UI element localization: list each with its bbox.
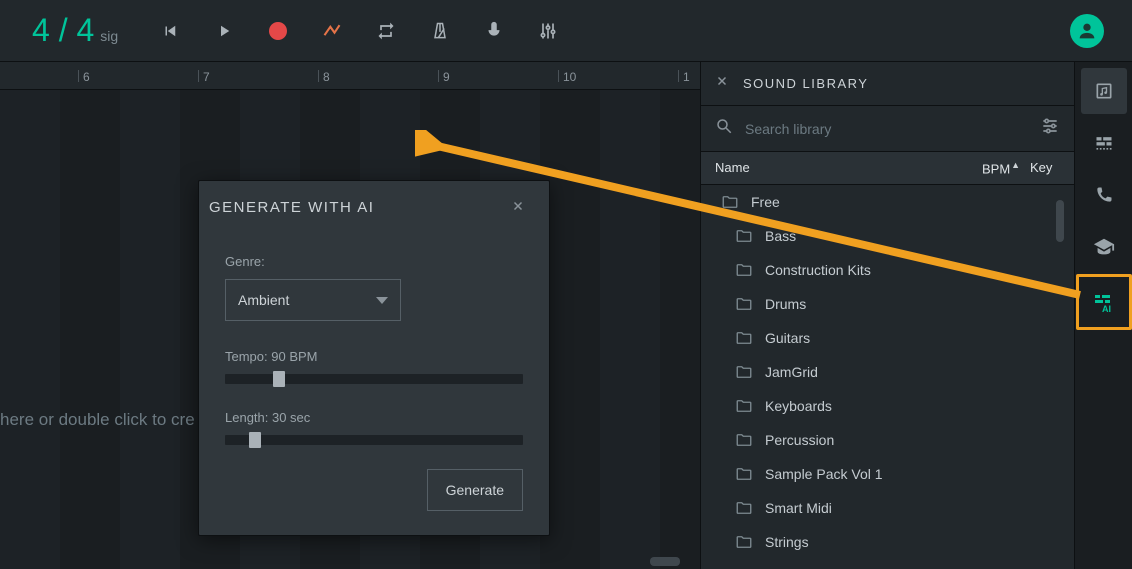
genre-select[interactable]: Ambient xyxy=(225,279,401,321)
folder-icon xyxy=(735,397,753,415)
folder-label: Construction Kits xyxy=(765,262,871,278)
folder-icon xyxy=(735,533,753,551)
time-signature[interactable]: 4 / 4 sig xyxy=(32,12,118,49)
folder-icon xyxy=(721,193,739,211)
library-folder-row[interactable]: Drums xyxy=(701,287,1074,321)
folder-icon xyxy=(735,431,753,449)
user-avatar[interactable] xyxy=(1070,14,1104,48)
library-folder-row[interactable]: Free xyxy=(701,185,1074,219)
generate-ai-dialog: GENERATE WITH AI Genre: Ambient Tempo: 9… xyxy=(198,180,550,536)
mixer-settings-button[interactable] xyxy=(536,19,560,43)
library-folder-row[interactable]: JamGrid xyxy=(701,355,1074,389)
folder-label: Keyboards xyxy=(765,398,832,414)
generate-button[interactable]: Generate xyxy=(427,469,523,511)
svg-text:AI: AI xyxy=(1102,304,1111,314)
top-toolbar: 4 / 4 sig xyxy=(0,0,1132,62)
library-folder-row[interactable]: Bass xyxy=(701,219,1074,253)
genre-select-value: Ambient xyxy=(238,292,289,308)
length-slider-thumb[interactable] xyxy=(249,432,261,448)
timeline-ruler[interactable]: 6 7 8 9 10 1 xyxy=(0,62,700,90)
length-slider[interactable] xyxy=(225,435,523,445)
record-icon xyxy=(269,22,287,40)
chevron-down-icon xyxy=(376,297,388,304)
timeline-area[interactable]: 6 7 8 9 10 1 here or double click to cre… xyxy=(0,62,700,569)
folder-icon xyxy=(735,329,753,347)
rail-call-button[interactable] xyxy=(1081,172,1127,218)
dialog-title: GENERATE WITH AI xyxy=(209,199,374,216)
library-folder-row[interactable]: Smart Midi xyxy=(701,491,1074,525)
library-close-button[interactable] xyxy=(715,74,729,93)
col-bpm[interactable]: BPM▲ xyxy=(982,160,1030,176)
col-name[interactable]: Name xyxy=(715,160,982,176)
track-placeholder-text: here or double click to cre xyxy=(0,410,195,430)
automation-button[interactable] xyxy=(320,19,344,43)
library-list: Free Bass Construction Kits Drums Guitars Jam… xyxy=(701,185,1074,569)
folder-icon xyxy=(735,261,753,279)
genre-label: Genre: xyxy=(225,254,523,269)
library-search-input[interactable] xyxy=(745,121,1028,137)
folder-label: Drums xyxy=(765,296,806,312)
ruler-tick: 1 xyxy=(678,70,690,82)
horizontal-scrollbar[interactable] xyxy=(650,557,680,566)
ruler-tick: 10 xyxy=(558,70,576,82)
tempo-label: Tempo: 90 BPM xyxy=(225,349,523,364)
col-key[interactable]: Key xyxy=(1030,160,1060,176)
folder-label: Percussion xyxy=(765,432,834,448)
ruler-tick: 7 xyxy=(198,70,210,82)
sound-library-panel: SOUND LIBRARY Name BPM▲ Key Free Bass Cons… xyxy=(700,62,1074,569)
loop-button[interactable] xyxy=(374,19,398,43)
folder-label: Smart Midi xyxy=(765,500,832,516)
ruler-tick: 9 xyxy=(438,70,450,82)
tempo-slider[interactable] xyxy=(225,374,523,384)
library-folder-row[interactable]: Strings xyxy=(701,525,1074,559)
library-folder-row[interactable]: Keyboards xyxy=(701,389,1074,423)
metronome-button[interactable] xyxy=(428,19,452,43)
folder-label: Bass xyxy=(765,228,796,244)
mic-monitor-button[interactable] xyxy=(482,19,506,43)
skip-start-button[interactable] xyxy=(158,19,182,43)
search-icon xyxy=(715,117,733,140)
library-folder-row[interactable]: Guitars xyxy=(701,321,1074,355)
library-folder-row[interactable]: Sample Pack Vol 1 xyxy=(701,457,1074,491)
library-folder-row[interactable]: Percussion xyxy=(701,423,1074,457)
folder-label: Guitars xyxy=(765,330,810,346)
folder-label: Sample Pack Vol 1 xyxy=(765,466,883,482)
transport-controls xyxy=(158,19,560,43)
ruler-tick: 6 xyxy=(78,70,90,82)
ruler-tick: 8 xyxy=(318,70,330,82)
main-area: 6 7 8 9 10 1 here or double click to cre… xyxy=(0,62,1132,569)
dialog-close-button[interactable] xyxy=(507,195,529,220)
time-signature-label: sig xyxy=(100,28,118,44)
folder-icon xyxy=(735,363,753,381)
folder-label: Free xyxy=(751,194,780,210)
library-title: SOUND LIBRARY xyxy=(743,76,868,91)
rail-clips-button[interactable] xyxy=(1081,120,1127,166)
record-button[interactable] xyxy=(266,19,290,43)
folder-icon xyxy=(735,465,753,483)
time-signature-value: 4 / 4 xyxy=(32,12,94,49)
rail-ai-button[interactable]: AI xyxy=(1076,274,1132,330)
folder-icon xyxy=(735,295,753,313)
library-scrollbar[interactable] xyxy=(1056,200,1064,242)
folder-icon xyxy=(735,499,753,517)
length-label: Length: 30 sec xyxy=(225,410,523,425)
rail-sound-library-button[interactable] xyxy=(1081,68,1127,114)
tempo-slider-thumb[interactable] xyxy=(273,371,285,387)
folder-label: JamGrid xyxy=(765,364,818,380)
library-folder-row[interactable]: Construction Kits xyxy=(701,253,1074,287)
library-columns-header: Name BPM▲ Key xyxy=(701,152,1074,185)
folder-label: Strings xyxy=(765,534,809,550)
play-button[interactable] xyxy=(212,19,236,43)
rail-education-button[interactable] xyxy=(1081,224,1127,270)
filter-icon[interactable] xyxy=(1040,116,1060,141)
right-icon-rail: AI xyxy=(1074,62,1132,569)
sort-asc-icon: ▲ xyxy=(1011,160,1020,170)
folder-icon xyxy=(735,227,753,245)
